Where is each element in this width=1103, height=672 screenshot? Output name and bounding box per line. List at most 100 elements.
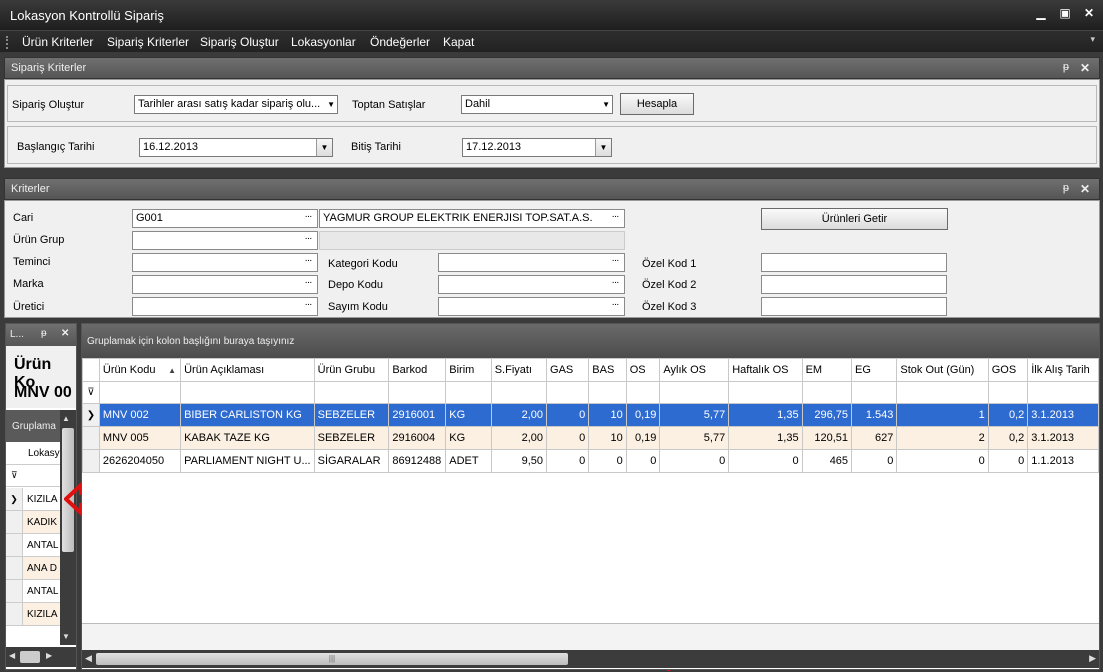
grid-cell[interactable]: 0 [851, 449, 898, 473]
grid-filter-cell[interactable] [625, 381, 661, 404]
menu-lokasyonlar[interactable]: Lokasyonlar [291, 35, 356, 49]
ellipsis-icon[interactable]: ··· [606, 210, 624, 227]
grid-col-header[interactable]: Ürün Açıklaması [180, 358, 315, 382]
scroll-right-icon[interactable]: ▶ [1089, 653, 1096, 664]
temin-field[interactable]: ··· [132, 253, 318, 272]
grid-cell[interactable]: 0 [625, 449, 661, 473]
grid-cell[interactable]: 296,75 [801, 403, 853, 427]
menu-siparis-olustur[interactable]: Sipariş Oluştur [200, 35, 279, 49]
grid-col-header[interactable]: Ürün Grubu [313, 358, 390, 382]
grid-filter-cell[interactable] [445, 381, 492, 404]
grid-col-header[interactable]: GOS [987, 358, 1029, 382]
scroll-right-icon[interactable]: ▶ [46, 651, 52, 660]
toptan-combo[interactable]: Dahil ▼ [461, 95, 613, 114]
grid-col-header[interactable]: Stok Out (Gün) [896, 358, 989, 382]
grid-cell[interactable]: 2916004 [388, 426, 447, 450]
grid-cell[interactable]: 5,77 [659, 403, 730, 427]
grid-cell[interactable]: 2,00 [490, 403, 548, 427]
side-row[interactable]: ANA D [6, 557, 60, 580]
grid-col-header[interactable]: S.Fiyatı [490, 358, 548, 382]
grid-cell[interactable]: 0,2 [987, 403, 1029, 427]
grid-cell[interactable]: 1 [896, 403, 989, 427]
grid-cell[interactable]: 0 [896, 449, 989, 473]
grid-row[interactable]: ❯ MNV 002 BIBER CARLISTON KG SEBZELER 291600… [82, 403, 1099, 427]
grid-cell[interactable]: 0 [588, 449, 627, 473]
grid-col-header[interactable]: İlk Alış Tarih [1027, 358, 1099, 382]
ellipsis-icon[interactable]: ··· [299, 210, 317, 227]
row-pointer-icon[interactable]: ❯ [82, 403, 100, 427]
ellipsis-icon[interactable]: ··· [606, 298, 624, 315]
grid-cell[interactable]: SİGARALAR [313, 449, 390, 473]
grid-cell[interactable]: BIBER CARLISTON KG [180, 403, 315, 427]
siparis-olustur-combo[interactable]: Tarihler arası satış kadar sipariş olu..… [134, 95, 338, 114]
grid-cell[interactable]: 0 [546, 403, 590, 427]
grid-cell[interactable]: KG [445, 403, 492, 427]
urun-grup-field[interactable]: ··· [132, 231, 318, 250]
cari-name-field[interactable]: YAGMUR GROUP ELEKTRIK ENERJISI TOP.SAT.A… [319, 209, 625, 228]
side-col-header[interactable]: Lokasy [6, 443, 60, 465]
grid-cell[interactable]: PARLIAMENT NIGHT U... [180, 449, 315, 473]
grid-hscroll-thumb[interactable]: ||| [96, 653, 568, 665]
pin-icon[interactable]: ᵽ [41, 328, 47, 339]
ozel1-field[interactable] [761, 253, 947, 272]
dropdown-arrow-icon[interactable]: ▼ [595, 139, 611, 156]
row-indicator[interactable] [6, 603, 23, 625]
grid-cell[interactable]: MNV 002 [98, 403, 182, 427]
grid-cell[interactable]: 2,00 [490, 426, 548, 450]
grid-cell[interactable]: 0,2 [987, 426, 1029, 450]
close-button[interactable]: ✕ [1080, 6, 1098, 20]
side-row[interactable]: ANTAL [6, 534, 60, 557]
grid-cell[interactable]: 120,51 [801, 426, 853, 450]
baslangic-date[interactable]: 16.12.2013 ▼ [139, 138, 333, 157]
filter-icon[interactable]: ⊽ [82, 381, 100, 404]
grid-cell[interactable]: ADET [445, 449, 492, 473]
uretici-field[interactable]: ··· [132, 297, 318, 316]
menu-overflow-icon[interactable]: ▾ [1090, 34, 1095, 45]
maximize-button[interactable]: ▣ [1056, 6, 1074, 20]
grid-cell[interactable]: 3.1.2013 [1027, 403, 1099, 427]
depo-field[interactable]: ··· [438, 275, 625, 294]
marka-field[interactable]: ··· [132, 275, 318, 294]
grid-filter-cell[interactable] [588, 381, 627, 404]
side-row[interactable]: ❯ KIZILA [6, 488, 60, 511]
filter-icon[interactable]: ⊽ [11, 470, 18, 481]
grid-cell[interactable]: 0,19 [625, 426, 661, 450]
grid-filter-cell[interactable] [659, 381, 730, 404]
scroll-up-icon[interactable]: ▲ [62, 414, 70, 423]
grid-cell[interactable]: MNV 005 [98, 426, 182, 450]
grid-cell[interactable]: 1,35 [728, 426, 803, 450]
grid-cell[interactable]: 2 [896, 426, 989, 450]
grid-cell[interactable]: 3.1.2013 [1027, 426, 1099, 450]
grid-filter-cell[interactable] [896, 381, 989, 404]
minimize-button[interactable]: ▁ [1032, 6, 1050, 20]
grid-filter-cell[interactable] [180, 381, 315, 404]
grid-cell[interactable]: 2626204050 [98, 449, 182, 473]
grid-filter-cell[interactable] [313, 381, 390, 404]
grid-row[interactable]: 2626204050 PARLIAMENT NIGHT U... SİGARALAR… [82, 449, 1099, 473]
grid-cell[interactable]: 0 [728, 449, 803, 473]
side-filter-row[interactable]: ⊽ [6, 465, 60, 487]
grid-cell[interactable]: 1,35 [728, 403, 803, 427]
ellipsis-icon[interactable]: ··· [299, 276, 317, 293]
scroll-left-icon[interactable]: ◀ [85, 653, 92, 664]
sayim-field[interactable]: ··· [438, 297, 625, 316]
row-indicator[interactable] [82, 449, 100, 473]
side-vscroll[interactable]: ▲ ▼ [60, 410, 76, 645]
grid-filter-cell[interactable] [728, 381, 803, 404]
grid-col-header[interactable]: EG [851, 358, 898, 382]
grid-cell[interactable]: 10 [588, 426, 627, 450]
ellipsis-icon[interactable]: ··· [299, 254, 317, 271]
row-indicator[interactable] [6, 557, 23, 579]
scroll-left-icon[interactable]: ◀ [9, 651, 15, 660]
sort-asc-icon[interactable]: ▲ [168, 366, 176, 375]
row-pointer-icon[interactable]: ❯ [6, 488, 23, 510]
scroll-down-icon[interactable]: ▼ [62, 632, 70, 641]
hesapla-button[interactable]: Hesapla [620, 93, 694, 115]
cari-code-field[interactable]: G001 ··· [132, 209, 318, 228]
row-indicator[interactable] [82, 426, 100, 450]
row-indicator[interactable] [6, 511, 23, 533]
close-icon[interactable]: ✕ [61, 328, 69, 339]
grid-cell[interactable]: 627 [851, 426, 898, 450]
grid-col-header[interactable]: BAS [588, 358, 627, 382]
grid-cell[interactable]: 1.543 [851, 403, 898, 427]
